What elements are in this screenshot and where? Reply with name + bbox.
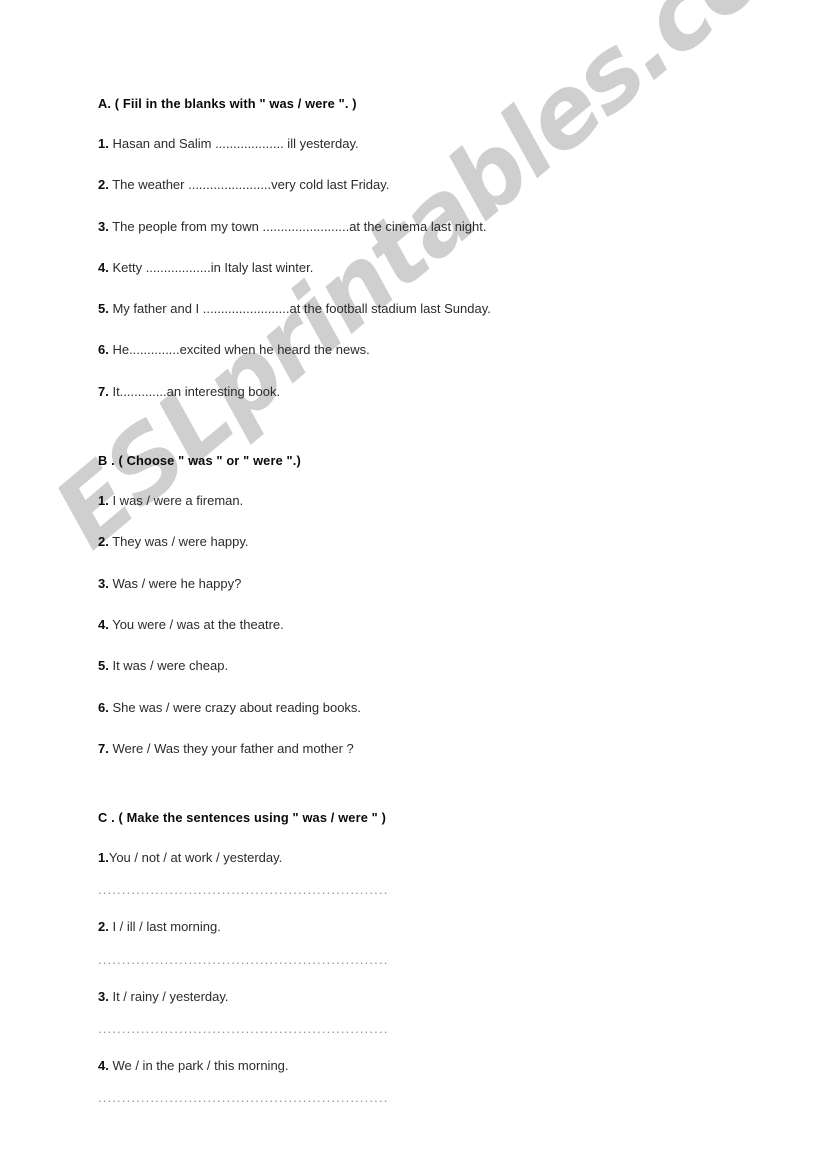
item-text: Was / were he happy?	[108, 575, 242, 591]
section-c-items: 1.You / not / at work / yesterday. .....…	[98, 851, 758, 1105]
section-a-heading: A. ( Fiil in the blanks with " was / wer…	[98, 96, 357, 111]
item-text: I / ill / last morning.	[108, 919, 221, 935]
item-text: It.............an interesting book.	[108, 383, 281, 399]
list-item: 7. It.............an interesting book.	[98, 383, 758, 399]
item-number: 1.	[98, 493, 109, 509]
item-number: 1.	[98, 136, 109, 151]
item-number: 6.	[98, 342, 109, 358]
item-number: 3.	[98, 988, 109, 1004]
list-item: 4. You were / was at the theatre.	[98, 616, 758, 632]
section-b: B . ( Choose " was " or " were ".) 1. I …	[98, 453, 758, 756]
answer-line[interactable]: ........................................…	[98, 1022, 388, 1035]
item-number: 5.	[98, 301, 109, 317]
answer-line[interactable]: ........................................…	[98, 953, 388, 966]
item-text: The weather .......................very …	[108, 177, 390, 193]
section-a: A. ( Fiil in the blanks with " was / wer…	[98, 96, 758, 399]
item-text: You were / was at the theatre.	[108, 616, 284, 632]
list-item: 3. The people from my town .............…	[98, 218, 758, 234]
item-number: 2.	[98, 534, 109, 550]
list-item: 3. Was / were he happy?	[98, 575, 758, 591]
item-text: We / in the park / this morning.	[108, 1058, 289, 1074]
item-number: 2.	[98, 919, 109, 935]
list-item: 4. Ketty ..................in Italy last…	[98, 259, 758, 275]
item-text: It / rainy / yesterday.	[108, 988, 229, 1004]
item-number: 2.	[98, 177, 109, 193]
item-text: Hasan and Salim ................... ill …	[108, 136, 359, 151]
item-text: It was / were cheap.	[108, 658, 229, 674]
list-item: 2. They was / were happy.	[98, 535, 758, 549]
item-text: The people from my town ................…	[108, 218, 487, 234]
item-number: 4.	[98, 259, 109, 275]
list-item: 5. It was / were cheap.	[98, 659, 758, 673]
section-a-items: 1. Hasan and Salim ................... i…	[98, 136, 758, 399]
list-item: 6. She was / were crazy about reading bo…	[98, 699, 758, 715]
list-item: 2. I / ill / last morning.	[98, 920, 758, 934]
item-text: My father and I ........................…	[108, 301, 491, 317]
item-text: You / not / at work / yesterday.	[108, 850, 283, 866]
item-text: Were / Was they your father and mother ?	[108, 740, 354, 756]
item-text: I was / were a fireman.	[108, 493, 244, 509]
section-b-heading: B . ( Choose " was " or " were ".)	[98, 453, 301, 469]
worksheet-content: A. ( Fiil in the blanks with " was / wer…	[98, 96, 758, 1104]
item-number: 7.	[98, 740, 109, 756]
list-item: 3. It / rainy / yesterday.	[98, 988, 758, 1004]
list-item: 6. He..............excited when he heard…	[98, 343, 758, 357]
item-text: She was / were crazy about reading books…	[108, 699, 362, 715]
item-text: Ketty ..................in Italy last wi…	[108, 259, 314, 275]
worksheet-page: ESLprintables.com A. ( Fiil in the blank…	[0, 0, 826, 1169]
section-c: C . ( Make the sentences using " was / w…	[98, 810, 758, 1104]
list-item: 2. The weather .......................ve…	[98, 178, 758, 192]
list-item: 1. I was / were a fireman.	[98, 493, 758, 509]
list-item: 7. Were / Was they your father and mothe…	[98, 740, 758, 756]
list-item: 5. My father and I .....................…	[98, 302, 758, 316]
item-text: He..............excited when he heard th…	[108, 342, 370, 358]
item-number: 7.	[98, 383, 109, 399]
item-text: They was / were happy.	[108, 534, 249, 550]
answer-line[interactable]: ........................................…	[98, 1091, 388, 1104]
item-number: 1.	[98, 850, 109, 866]
item-number: 5.	[98, 658, 109, 674]
list-item: 1.You / not / at work / yesterday.	[98, 851, 758, 865]
list-item: 4. We / in the park / this morning.	[98, 1058, 758, 1074]
item-number: 3.	[98, 575, 109, 591]
list-item: 1. Hasan and Salim ................... i…	[98, 136, 758, 151]
item-number: 4.	[98, 616, 109, 632]
answer-line[interactable]: ........................................…	[98, 883, 388, 896]
item-number: 6.	[98, 699, 109, 715]
item-number: 3.	[98, 218, 109, 234]
section-c-heading: C . ( Make the sentences using " was / w…	[98, 810, 387, 826]
section-b-items: 1. I was / were a fireman. 2. They was /…	[98, 493, 758, 756]
item-number: 4.	[98, 1058, 109, 1074]
